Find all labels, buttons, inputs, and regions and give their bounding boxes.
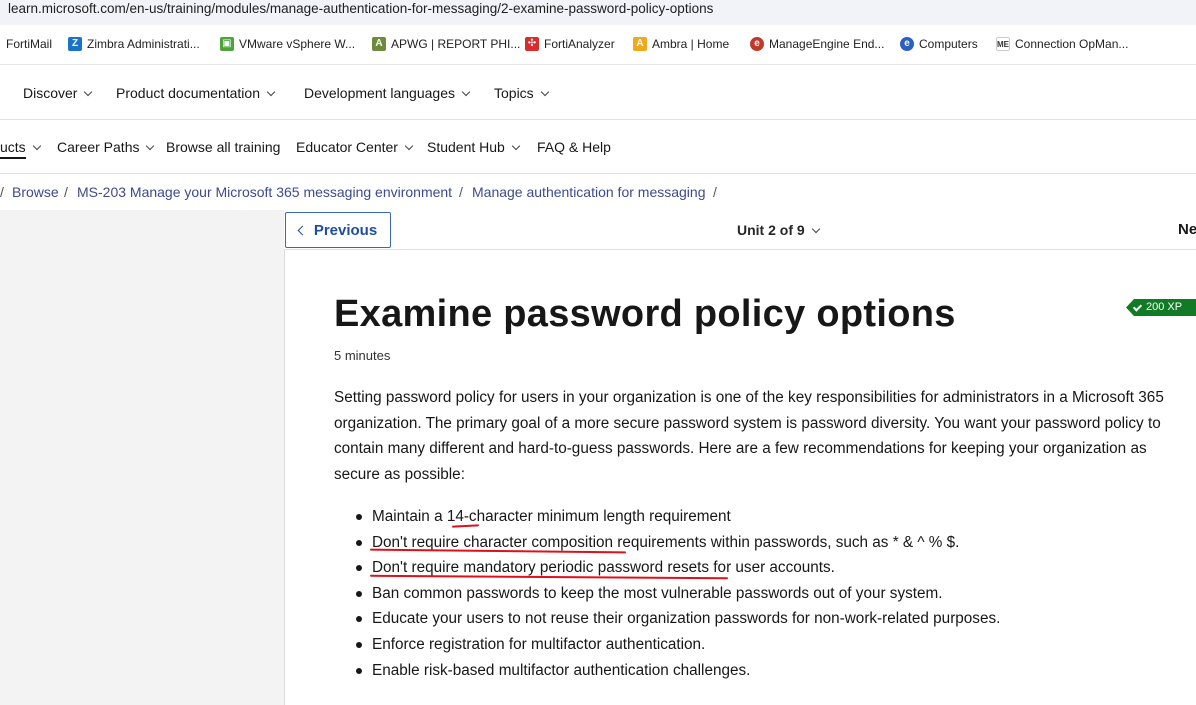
address-bar[interactable]: learn.microsoft.com/en-us/training/modul… bbox=[0, 0, 1196, 25]
manageengine-icon: e bbox=[750, 37, 764, 51]
breadcrumb-separator: / bbox=[0, 184, 4, 200]
chevron-down-icon bbox=[32, 141, 41, 151]
nav-browse-all-training[interactable]: Browse all training bbox=[166, 139, 280, 155]
nav-faq-help[interactable]: FAQ & Help bbox=[537, 139, 611, 155]
zimbra-icon: Z bbox=[68, 37, 82, 51]
chevron-down-icon bbox=[146, 141, 155, 151]
previous-button[interactable]: Previous bbox=[285, 212, 391, 248]
bookmark-computers[interactable]: e Computers bbox=[900, 37, 978, 51]
bookmark-apwg[interactable]: A APWG | REPORT PHI... bbox=[372, 37, 520, 51]
training-nav: ucts Career Paths Browse all training Ed… bbox=[0, 120, 1196, 174]
list-item: Enforce registration for multifactor aut… bbox=[352, 632, 1182, 658]
nav-career-paths[interactable]: Career Paths bbox=[57, 139, 155, 155]
vmware-icon: ▣ bbox=[220, 37, 234, 51]
chevron-down-icon bbox=[540, 87, 549, 97]
bookmark-ambra[interactable]: A Ambra | Home bbox=[633, 37, 729, 51]
breadcrumb-separator: / bbox=[713, 184, 717, 200]
chevron-down-icon bbox=[811, 224, 820, 234]
left-sidebar bbox=[0, 210, 284, 705]
breadcrumb-separator: / bbox=[64, 184, 68, 200]
bookmark-opmanager[interactable]: ME Connection OpMan... bbox=[996, 37, 1128, 51]
apwg-icon: A bbox=[372, 37, 386, 51]
unit-selector[interactable]: Unit 2 of 9 bbox=[737, 222, 820, 238]
intro-paragraph: Setting password policy for users in you… bbox=[334, 389, 1164, 483]
list-item: Educate your users to not reuse their or… bbox=[352, 606, 1182, 632]
chevron-down-icon bbox=[461, 87, 471, 97]
check-icon bbox=[1132, 302, 1143, 312]
chevron-down-icon bbox=[84, 87, 93, 97]
bookmark-fortianalyzer[interactable]: ✣ FortiAnalyzer bbox=[525, 37, 615, 51]
url-text[interactable]: learn.microsoft.com/en-us/training/modul… bbox=[8, 1, 713, 16]
manageengine-icon: e bbox=[900, 37, 914, 51]
chevron-down-icon bbox=[404, 141, 414, 151]
nav-educator-center[interactable]: Educator Center bbox=[296, 139, 414, 155]
breadcrumb-separator: / bbox=[459, 184, 463, 200]
bookmark-vmware[interactable]: ▣ VMware vSphere W... bbox=[220, 37, 355, 51]
fortinet-icon: ✣ bbox=[525, 37, 539, 51]
chevron-down-icon bbox=[266, 87, 276, 97]
me-icon: ME bbox=[996, 37, 1010, 51]
xp-badge: 200 XP bbox=[1126, 299, 1196, 316]
nav-product-documentation[interactable]: Product documentation bbox=[116, 85, 276, 101]
breadcrumb-browse[interactable]: Browse bbox=[12, 184, 59, 200]
recommendations-list: Maintain a 14-character minimum length r… bbox=[352, 504, 1182, 683]
next-button[interactable]: Ne bbox=[1178, 221, 1196, 238]
list-item: Ban common passwords to keep the most vu… bbox=[352, 581, 1182, 607]
bookmark-zimbra[interactable]: Z Zimbra Administrati... bbox=[68, 37, 200, 51]
breadcrumb-learning-path[interactable]: MS-203 Manage your Microsoft 365 messagi… bbox=[77, 184, 452, 200]
primary-nav: Discover Product documentation Developme… bbox=[0, 66, 1196, 120]
ambra-icon: A bbox=[633, 37, 647, 51]
chevron-down-icon bbox=[511, 141, 521, 151]
bookmark-manageengine[interactable]: e ManageEngine End... bbox=[750, 37, 884, 51]
nav-development-languages[interactable]: Development languages bbox=[304, 85, 471, 101]
chevron-left-icon bbox=[297, 225, 308, 235]
nav-topics[interactable]: Topics bbox=[494, 85, 549, 101]
duration-label: 5 minutes bbox=[334, 348, 391, 363]
nav-student-hub[interactable]: Student Hub bbox=[427, 139, 521, 155]
page-title: Examine password policy options bbox=[334, 293, 956, 335]
list-item: Enable risk-based multifactor authentica… bbox=[352, 658, 1182, 684]
nav-products[interactable]: ucts bbox=[0, 139, 41, 159]
nav-discover[interactable]: Discover bbox=[23, 85, 93, 101]
breadcrumb-module[interactable]: Manage authentication for messaging bbox=[472, 184, 705, 200]
bookmark-fortimail[interactable]: FortiMail bbox=[6, 37, 52, 51]
bookmarks-bar: FortiMail Z Zimbra Administrati... ▣ VMw… bbox=[0, 25, 1196, 65]
